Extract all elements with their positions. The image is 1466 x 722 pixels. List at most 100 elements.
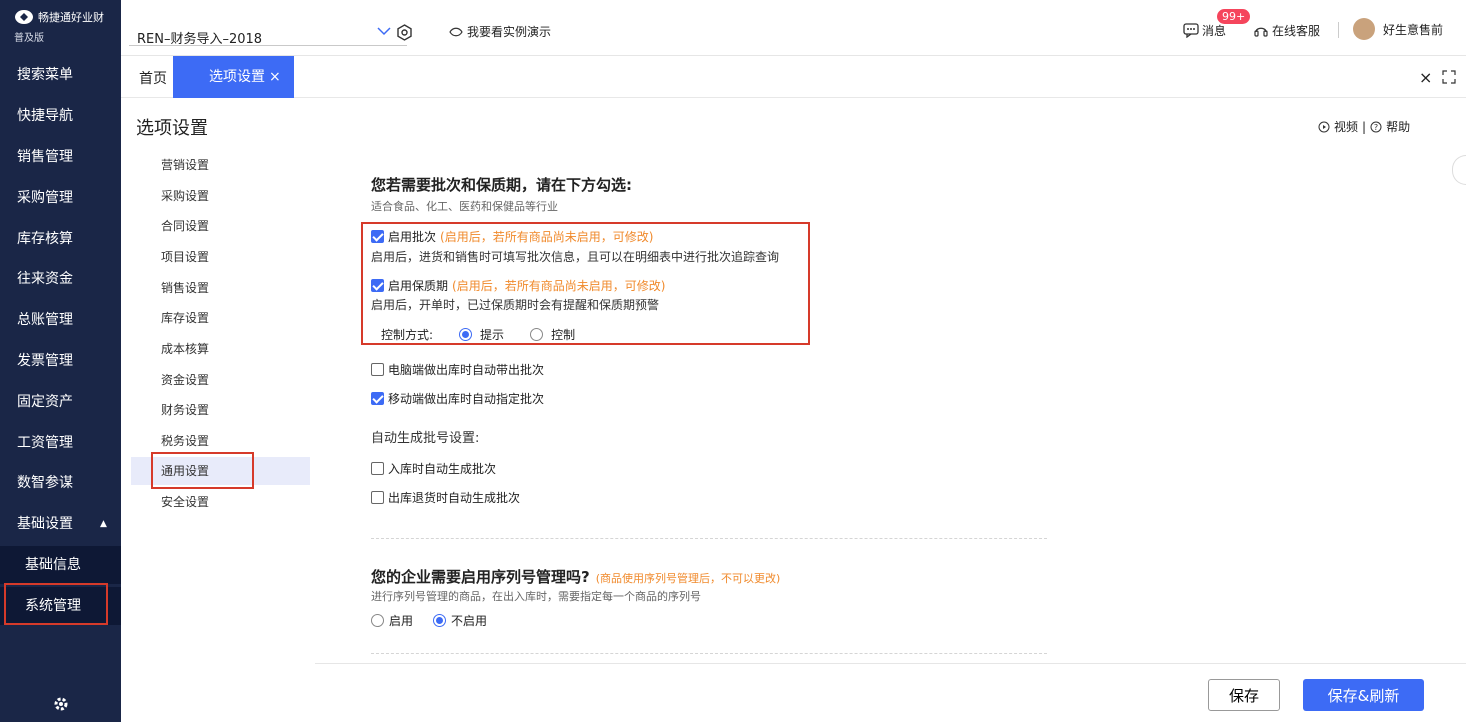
enable-batch-checkbox[interactable]	[371, 230, 384, 243]
batch-desc: 启用后，进货和销售时可填写批次信息，且可以在明细表中进行批次追踪查询	[371, 250, 780, 264]
menu-contract[interactable]: 合同设置	[131, 212, 251, 240]
menu-sales[interactable]: 销售设置	[131, 274, 251, 302]
close-icon[interactable]: ×	[269, 69, 281, 85]
menu-purchase[interactable]: 采购设置	[131, 182, 251, 210]
enable-shelf-life-option[interactable]: 启用保质期 (启用后，若所有商品尚未启用，可修改)	[371, 277, 665, 294]
fullscreen-icon[interactable]	[1442, 70, 1456, 84]
menu-finance[interactable]: 财务设置	[131, 396, 251, 424]
help-link[interactable]: 帮助	[1386, 118, 1410, 135]
menu-label: 采购设置	[161, 189, 210, 203]
nav-label: 发票管理	[17, 353, 73, 369]
nav-label: 库存核算	[17, 231, 73, 247]
radio-serial-on[interactable]	[371, 614, 384, 627]
chevron-down-icon	[377, 27, 391, 36]
menu-security[interactable]: 安全设置	[131, 488, 251, 516]
return-auto-batch-checkbox[interactable]	[371, 491, 384, 504]
video-link[interactable]: 视频	[1334, 118, 1358, 135]
nav-invoice[interactable]: 发票管理	[0, 342, 121, 380]
menu-inventory[interactable]: 库存设置	[131, 304, 251, 332]
menu-project[interactable]: 项目设置	[131, 243, 251, 271]
menu-label: 财务设置	[161, 403, 210, 417]
menu-cost[interactable]: 成本核算	[131, 335, 251, 363]
nav-funds[interactable]: 往来资金	[0, 260, 121, 298]
nav-label: 基础信息	[25, 557, 81, 573]
in-auto-batch-checkbox[interactable]	[371, 462, 384, 475]
nav-ledger[interactable]: 总账管理	[0, 301, 121, 339]
divider	[1338, 22, 1339, 38]
pc-auto-batch-checkbox[interactable]	[371, 363, 384, 376]
warning-note: (启用后，若所有商品尚未启用，可修改)	[440, 230, 654, 244]
mobile-auto-batch-checkbox[interactable]	[371, 392, 384, 405]
gear-icon[interactable]	[52, 695, 70, 713]
warning-note: (启用后，若所有商品尚未启用，可修改)	[452, 279, 666, 293]
nav-sales[interactable]: 销售管理	[0, 138, 121, 176]
tab-options-settings[interactable]: 选项设置 ×	[173, 56, 294, 98]
radio-control[interactable]	[530, 328, 544, 341]
messages-button[interactable]: 消息	[1183, 22, 1226, 39]
close-all-icon[interactable]: ×	[1419, 68, 1432, 87]
checkbox-label: 出库退货时自动生成批次	[388, 491, 521, 505]
menu-marketing[interactable]: 营销设置	[131, 151, 251, 179]
page-title: 选项设置	[136, 118, 208, 139]
message-badge: 99+	[1217, 9, 1251, 24]
account-name: REN–财务导入–2018	[137, 32, 263, 47]
settings-icon[interactable]	[396, 24, 413, 41]
brand: 畅捷通好业财 普及版	[0, 0, 121, 53]
user-menu[interactable]: 好生意售前	[1353, 18, 1443, 40]
top-bar: REN–财务导入–2018 我要看实例演示 消息 99+ 在线客服 好生意售前	[121, 0, 1466, 56]
tabs-bar: 首页 选项设置 × ×	[121, 56, 1466, 98]
in-auto-batch-option[interactable]: 入库时自动生成批次	[371, 460, 496, 477]
customer-service-button[interactable]: 在线客服	[1254, 22, 1320, 39]
menu-label: 营销设置	[161, 158, 210, 172]
nav-basic-info[interactable]: 基础信息	[0, 546, 121, 584]
nav-basic-settings[interactable]: 基础设置 ▲	[0, 505, 121, 543]
account-select[interactable]: REN–财务导入–2018	[129, 14, 407, 47]
pc-auto-batch-option[interactable]: 电脑端做出库时自动带出批次	[371, 361, 544, 378]
save-button[interactable]: 保存	[1208, 679, 1280, 711]
nav-label: 系统管理	[25, 598, 81, 614]
menu-tax[interactable]: 税务设置	[131, 427, 251, 455]
serial-note: (商品使用序列号管理后，不可以更改)	[595, 572, 781, 585]
checkbox-label: 启用批次	[388, 230, 437, 244]
radio-prompt[interactable]	[459, 328, 473, 341]
nav-system-management[interactable]: 系统管理	[0, 587, 121, 625]
menu-label: 通用设置	[161, 464, 210, 478]
nav-purchase[interactable]: 采购管理	[0, 179, 121, 217]
radio-label: 不启用	[451, 614, 488, 628]
checkbox-label: 启用保质期	[388, 279, 449, 293]
side-nav: 畅捷通好业财 普及版 搜索菜单 快捷导航 销售管理 采购管理 库存核算 往来资金…	[0, 0, 121, 722]
demo-link[interactable]: 我要看实例演示	[449, 23, 551, 40]
menu-label: 成本核算	[161, 342, 210, 356]
batch-subheading: 适合食品、化工、医药和保健品等行业	[371, 200, 558, 213]
nav-analytics[interactable]: 数智参谋	[0, 464, 121, 502]
nav-quick-nav[interactable]: 快捷导航	[0, 97, 121, 135]
menu-general[interactable]: 通用设置	[131, 457, 310, 485]
svg-text:?: ?	[1374, 123, 1378, 132]
save-refresh-button[interactable]: 保存&刷新	[1303, 679, 1424, 711]
return-auto-batch-option[interactable]: 出库退货时自动生成批次	[371, 489, 520, 506]
enable-batch-option[interactable]: 启用批次 (启用后，若所有商品尚未启用，可修改)	[371, 228, 653, 245]
tab-home[interactable]: 首页	[139, 68, 167, 88]
avatar	[1353, 18, 1375, 40]
nav-label: 快捷导航	[17, 108, 73, 124]
nav-fixed-assets[interactable]: 固定资产	[0, 383, 121, 421]
section-divider	[371, 538, 1047, 539]
headset-icon	[1254, 27, 1268, 37]
menu-funds[interactable]: 资金设置	[131, 366, 251, 394]
checkbox-label: 移动端做出库时自动指定批次	[388, 392, 545, 406]
menu-label: 库存设置	[161, 311, 210, 325]
radio-serial-off[interactable]	[433, 614, 447, 627]
brand-name: 畅捷通好业财	[38, 11, 104, 24]
nav-payroll[interactable]: 工资管理	[0, 424, 121, 462]
menu-label: 资金设置	[161, 373, 210, 387]
nav-search-menu[interactable]: 搜索菜单	[0, 56, 121, 94]
mobile-auto-batch-option[interactable]: 移动端做出库时自动指定批次	[371, 390, 544, 407]
serial-desc: 进行序列号管理的商品，在出入库时，需要指定每一个商品的序列号	[371, 590, 701, 603]
nav-label: 固定资产	[17, 394, 73, 410]
footer-actions: 保存 保存&刷新	[315, 663, 1466, 722]
radio-label: 提示	[480, 328, 505, 342]
menu-label: 销售设置	[161, 281, 210, 295]
play-icon	[1318, 121, 1330, 132]
nav-inventory[interactable]: 库存核算	[0, 220, 121, 258]
enable-shelf-life-checkbox[interactable]	[371, 279, 384, 292]
